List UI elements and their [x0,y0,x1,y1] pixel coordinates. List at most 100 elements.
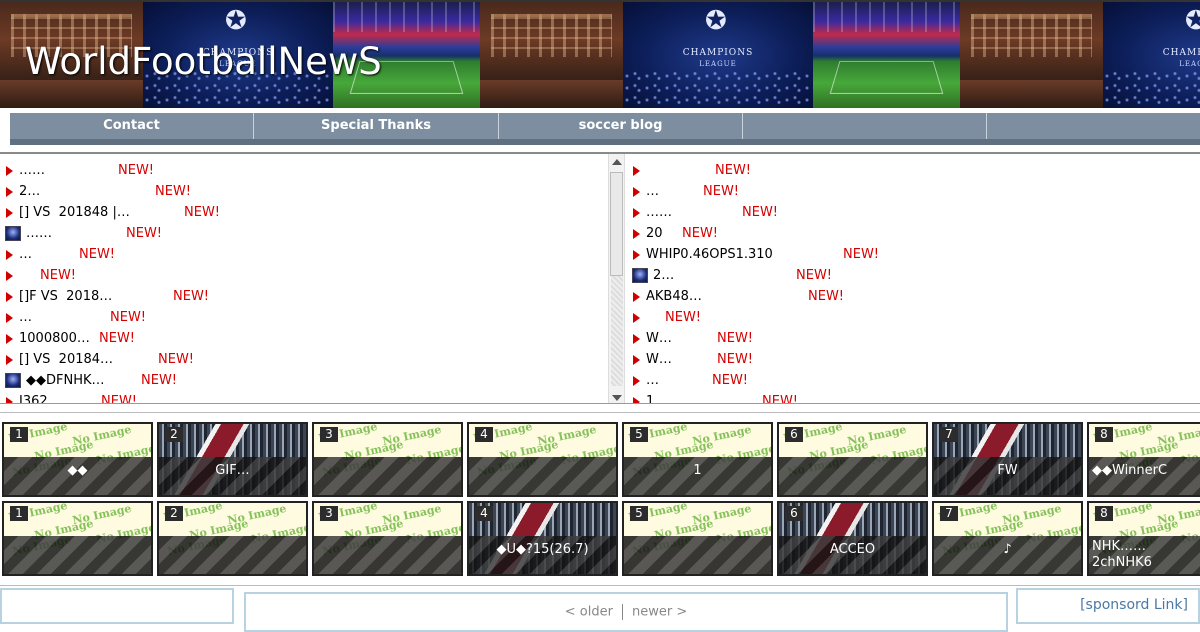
news-title[interactable]: []F VS 2018… [19,286,112,307]
triangle-icon [6,187,13,197]
thumbnail-caption[interactable] [624,536,771,574]
thumbnail-caption[interactable] [4,536,151,574]
thumbnail-caption[interactable] [314,536,461,574]
ucl-starball-icon: ✪ [705,6,727,36]
news-title[interactable]: 1000800… [19,328,90,349]
thumbnail-caption[interactable]: ◆◆WinnerC [1089,457,1200,495]
thumbnail-caption[interactable]: 1 [624,457,771,495]
thumbnail-caption[interactable] [314,457,461,495]
news-title[interactable]: … [646,370,659,391]
pager: < older newer > [246,604,1006,620]
thumbnail-card[interactable]: No ImageNo ImageNo ImageNo ImageNo Image… [1087,501,1200,576]
thumbnail-card[interactable]: No ImageNo ImageNo ImageNo ImageNo Image… [2,501,153,576]
scroll-up-arrow-icon[interactable] [612,159,622,165]
thumbnail-card[interactable]: No ImageNo ImageNo ImageNo ImageNo Image… [932,501,1083,576]
rank-number: 1 [10,506,28,521]
thumbnail-card[interactable]: 7 FW [932,422,1083,497]
news-title[interactable]: …… [19,160,45,181]
nav-item-special-thanks[interactable]: Special Thanks [254,113,499,139]
nav-bar: Contact Special Thanks soccer blog [0,110,1200,145]
thumbnail-caption[interactable] [469,457,616,495]
new-badge: NEW! [40,268,77,283]
header-banner: ✪CHAMPIONSLEAGUE✪CHAMPIONSLEAGUE✪CHAMPIO… [0,0,1200,108]
thumbnail-caption[interactable]: FW [934,457,1081,495]
thumbnail-card[interactable]: No ImageNo ImageNo ImageNo ImageNo Image… [467,422,618,497]
news-title[interactable]: …… [26,223,52,244]
rank-number: 2 [165,506,183,521]
thumbnail-caption[interactable] [779,457,926,495]
thumbnail-caption[interactable]: GIF… [159,457,306,495]
triangle-icon [6,292,13,302]
news-title[interactable]: …… [646,202,672,223]
news-title[interactable]: … [19,307,32,328]
thumbnail-card[interactable]: No ImageNo ImageNo ImageNo ImageNo Image… [622,422,773,497]
thumbnail-caption[interactable]: NHK…… 2chNHK6 [1089,536,1200,574]
news-title[interactable]: [] VS 201848 |… [19,202,130,223]
scroll-thumb[interactable] [610,172,623,276]
site-title[interactable]: WorldFootballNewS [25,40,382,83]
thumbnail-grid: No ImageNo ImageNo ImageNo ImageNo Image… [0,412,1200,581]
thumbnail-caption[interactable]: ◆◆ [4,457,151,495]
older-link[interactable]: < older [565,605,613,620]
footer: < older newer > [sponsord Link] [0,585,1200,632]
thumbnail-card[interactable]: 4 ◆U◆?15(26.7) [467,501,618,576]
stars-decoration [623,70,813,108]
triangle-icon [633,376,640,386]
thumbnail-card[interactable]: No ImageNo ImageNo ImageNo ImageNo Image… [312,501,463,576]
thumbnail-card[interactable]: No ImageNo ImageNo ImageNo ImageNo Image… [1087,422,1200,497]
nav-item-empty-4[interactable] [743,113,987,139]
triangle-icon [633,292,640,302]
newer-link[interactable]: newer > [632,605,687,620]
thumbnail-caption[interactable]: ◆U◆?15(26.7) [469,536,616,574]
scroll-down-arrow-icon[interactable] [612,395,622,401]
rank-number: 3 [320,506,338,521]
thumbnail-card[interactable]: 2 GIF… [157,422,308,497]
news-title[interactable]: W… [646,349,672,370]
new-badge: NEW! [796,268,833,283]
nav-item-soccer-blog[interactable]: soccer blog [499,113,743,139]
banner-tile-pitch [813,2,960,108]
news-title[interactable]: AKB48… [646,286,702,307]
news-list-left: …… NEW! 2… NEW! [] VS 201848 |… NEW! …… NEW! … NE… [0,154,607,403]
nav-item-contact[interactable]: Contact [10,113,254,139]
thumbnail-card[interactable]: No ImageNo ImageNo ImageNo ImageNo Image… [157,501,308,576]
triangle-icon [6,334,13,344]
news-title[interactable]: ◆◆DFNHK… [26,370,105,391]
pager-divider [621,604,623,620]
ucl-badge-icon [5,226,21,241]
thumbnail-card[interactable]: No ImageNo ImageNo ImageNo ImageNo Image… [622,501,773,576]
news-title[interactable]: … [646,181,659,202]
rank-number: 3 [320,427,338,442]
new-badge: NEW! [703,184,740,199]
triangle-icon [6,271,13,281]
thumbnail-caption[interactable]: ACCEO [779,536,926,574]
list-scrollbar[interactable] [608,154,625,403]
new-badge: NEW! [99,331,136,346]
rank-number: 8 [1095,506,1113,521]
thumbnail-caption[interactable]: ♪ [934,536,1081,574]
thumbnail-card[interactable]: No ImageNo ImageNo ImageNo ImageNo Image… [2,422,153,497]
banner-tile-stadium [960,2,1103,108]
new-badge: NEW! [141,373,178,388]
news-title[interactable]: J362 [19,391,48,403]
news-title[interactable]: 2… [19,181,40,202]
banner-tile-ucl: ✪ CHAMPIONS LEAGUE [623,2,813,108]
news-title[interactable]: [] VS 20184… [19,349,113,370]
thumbnail-caption[interactable] [159,536,306,574]
new-badge: NEW! [110,310,147,325]
nav-item-empty-5[interactable] [987,113,1200,139]
news-title[interactable]: 20 [646,223,663,244]
news-title[interactable]: 1 [646,391,654,403]
new-badge: NEW! [742,205,779,220]
news-title[interactable]: WHIP0.46OPS1.310 [646,244,773,265]
news-title[interactable]: 2… [653,265,674,286]
thumbnail-card[interactable]: 6 ACCEO [777,501,928,576]
sponsor-link[interactable]: [sponsord Link] [1080,597,1188,613]
rank-number: 4 [475,506,493,521]
thumbnail-card[interactable]: No ImageNo ImageNo ImageNo ImageNo Image… [312,422,463,497]
triangle-icon [633,250,640,260]
news-title[interactable]: W… [646,328,672,349]
triangle-icon [6,250,13,260]
thumbnail-card[interactable]: No ImageNo ImageNo ImageNo ImageNo Image… [777,422,928,497]
news-title[interactable]: … [19,244,32,265]
